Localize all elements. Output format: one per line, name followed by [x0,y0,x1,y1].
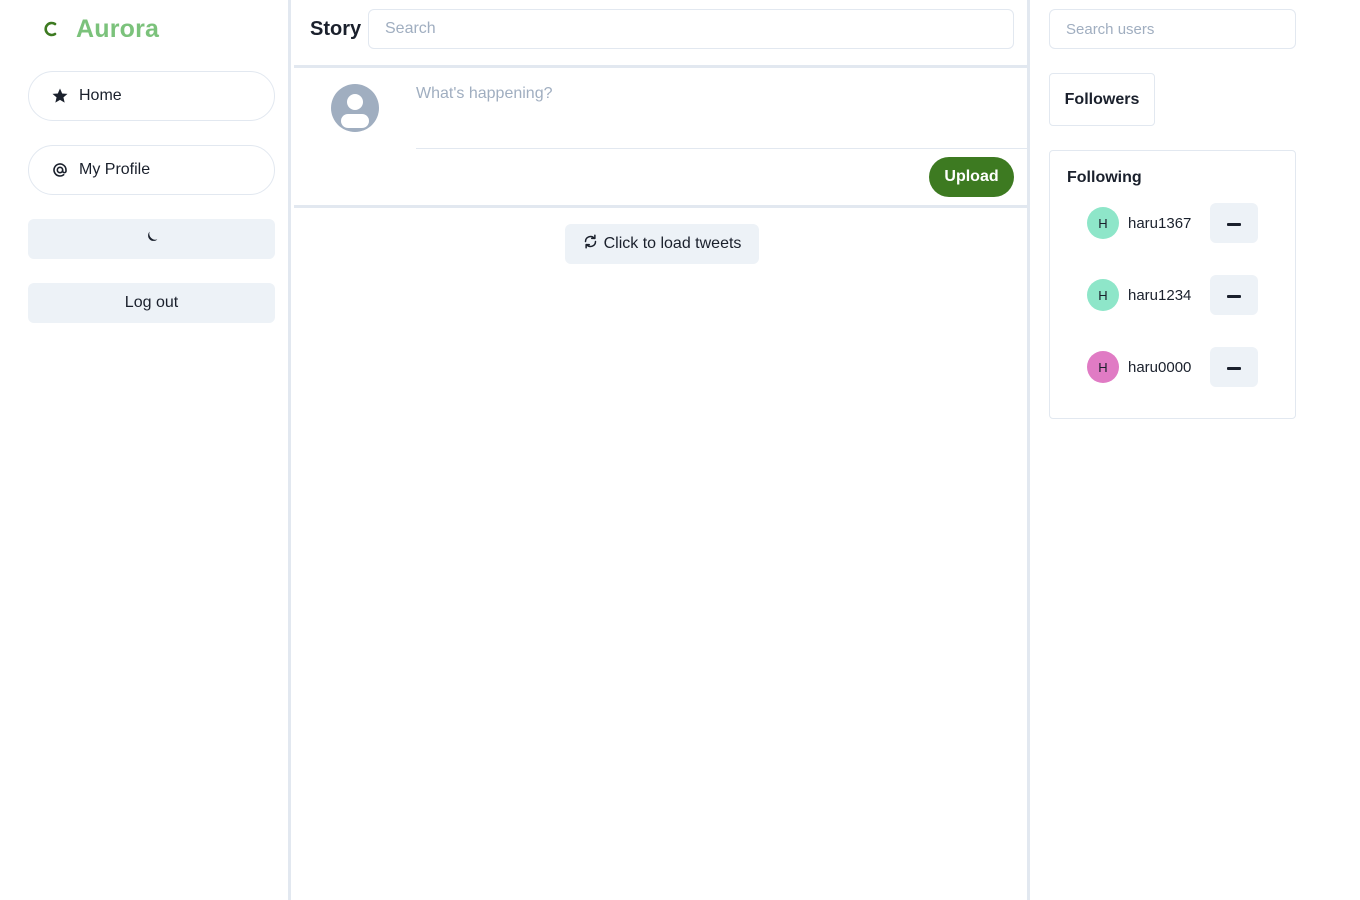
username: haru1234 [1128,286,1192,304]
following-item[interactable]: H haru1367 [1087,203,1259,243]
unfollow-button[interactable] [1210,203,1258,243]
following-item[interactable]: H haru1234 [1087,275,1259,315]
user-avatar [331,84,379,132]
main-header: Story [294,0,1030,68]
minus-icon [1227,358,1241,376]
my-profile-label: My Profile [79,161,151,178]
at-sign-icon [51,161,69,179]
compose-box: Upload [294,68,1030,208]
main-column: Story Upload Click to load tweets [294,0,1030,900]
brand-name: Aurora [76,14,160,43]
refresh-icon [583,234,598,254]
star-icon [51,87,69,105]
brand[interactable]: Aurora [42,14,159,44]
compose-divider [416,148,1030,149]
moon-icon [144,229,160,250]
page-title: Story [310,18,362,40]
avatar: H [1087,279,1119,311]
home-label: Home [79,87,122,104]
following-panel: Following H haru1367 H haru1234 H haru00… [1049,150,1296,419]
username: haru1367 [1128,214,1192,232]
following-item[interactable]: H haru0000 [1087,347,1259,387]
minus-icon [1227,214,1241,232]
left-sidebar: Aurora Home My Profile Log out [0,0,291,900]
compose-input[interactable] [416,85,1030,149]
my-profile-button[interactable]: My Profile [28,145,275,195]
username: haru0000 [1128,358,1192,376]
load-tweets-label: Click to load tweets [603,235,742,252]
unfollow-button[interactable] [1210,275,1258,315]
crescent-spinner-icon [42,14,62,44]
default-avatar-icon [341,94,369,128]
search-users-input[interactable] [1049,9,1296,49]
unfollow-button[interactable] [1210,347,1258,387]
following-title: Following [1067,169,1142,186]
search-input[interactable] [368,9,1014,49]
avatar: H [1087,207,1119,239]
load-tweets-button[interactable]: Click to load tweets [565,224,759,264]
avatar: H [1087,351,1119,383]
followers-button[interactable]: Followers [1049,73,1155,126]
theme-toggle-button[interactable] [28,219,275,259]
upload-button[interactable]: Upload [929,157,1014,197]
logout-button[interactable]: Log out [28,283,275,323]
minus-icon [1227,286,1241,304]
home-button[interactable]: Home [28,71,275,121]
